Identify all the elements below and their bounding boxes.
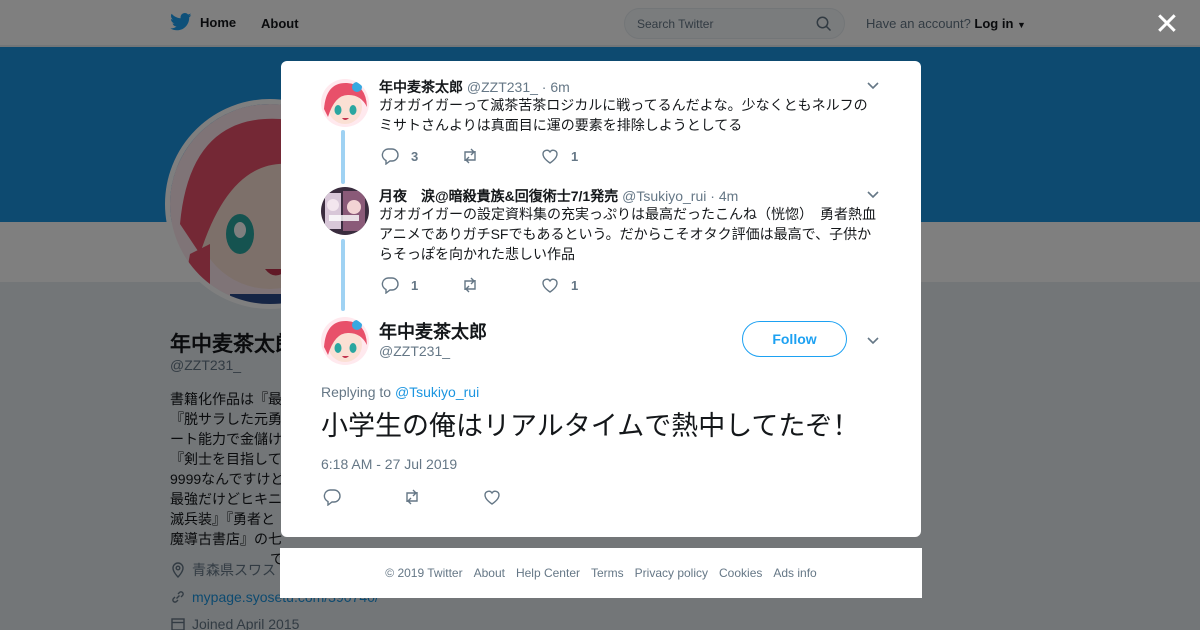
replying-to-label: Replying to [321, 384, 392, 400]
tweet-permalink-modal: 年中麦茶太郎 @ZZT231_ · 6m ガオガイガーって滅茶苦茶ロジカルに戦っ… [281, 61, 921, 537]
reply-button[interactable]: 1 [381, 276, 461, 294]
reply-count: 1 [411, 277, 419, 293]
retweet-button[interactable] [403, 488, 483, 506]
copyright-text: © 2019 Twitter [385, 566, 463, 580]
reply-button[interactable]: 3 [381, 147, 461, 165]
main-tweet-text: 小学生の俺はリアルタイムで熱中してたぞ！ [321, 411, 860, 441]
tweet-time[interactable]: · 6m [542, 79, 570, 95]
like-count: 1 [571, 148, 579, 164]
tweet-header: 年中麦茶太郎 @ZZT231_ · 6m [379, 77, 570, 97]
close-icon[interactable]: ✕ [1150, 8, 1184, 42]
tweet-author-handle[interactable]: @Tsukiyo_rui [622, 188, 706, 204]
modal-footer: © 2019 Twitter About Help Center Terms P… [280, 548, 922, 598]
thread-connector [341, 130, 345, 184]
replying-to: Replying to @Tsukiyo_rui [321, 384, 479, 400]
book-cover-avatar-image [321, 187, 369, 235]
tweet-author-name[interactable]: 月夜 涙@暗殺貴族&回復術士7/1発売 [379, 188, 618, 204]
anime-avatar-image [321, 317, 369, 365]
main-tweet-actions [323, 488, 563, 506]
tweet-actions: 1 1 [381, 276, 621, 294]
reply-button[interactable] [323, 488, 403, 506]
reply-icon [381, 148, 399, 165]
retweet-icon [406, 489, 418, 505]
chevron-down-icon[interactable] [865, 186, 881, 202]
footer-link-terms[interactable]: Terms [591, 566, 624, 580]
retweet-icon [464, 277, 476, 293]
like-count: 1 [571, 277, 579, 293]
retweet-button[interactable] [461, 147, 541, 165]
thread-connector [341, 239, 345, 311]
like-button[interactable]: 1 [541, 147, 621, 165]
tweet-author-handle[interactable]: @ZZT231_ [467, 79, 538, 95]
tweet-avatar[interactable] [321, 187, 369, 235]
chevron-down-icon[interactable] [865, 332, 881, 348]
anime-avatar-image [321, 79, 369, 127]
tweet-avatar[interactable] [321, 79, 369, 127]
main-tweet-author-name[interactable]: 年中麦茶太郎 [379, 318, 487, 344]
tweet-time[interactable]: · 4m [710, 188, 738, 204]
like-icon [542, 149, 558, 164]
like-button[interactable] [483, 488, 563, 506]
tweet-text: ガオガイガーの設定資料集の充実っぷりは最高だったこんね（恍惚） 勇者熱血アニメで… [379, 206, 876, 262]
reply-count: 3 [411, 148, 419, 164]
footer-link-cookies[interactable]: Cookies [719, 566, 762, 580]
chevron-down-icon[interactable] [865, 77, 881, 93]
reply-icon [323, 489, 341, 506]
like-icon [484, 490, 500, 505]
footer-link-about[interactable]: About [474, 566, 505, 580]
like-button[interactable]: 1 [541, 276, 621, 294]
main-tweet-avatar[interactable] [321, 317, 369, 365]
like-icon [542, 278, 558, 293]
footer-link-ads-info[interactable]: Ads info [773, 566, 816, 580]
tweet-author-name[interactable]: 年中麦茶太郎 [379, 79, 463, 95]
retweet-button[interactable] [461, 276, 541, 294]
replying-to-handle[interactable]: @Tsukiyo_rui [395, 384, 479, 400]
tweet-actions: 3 1 [381, 147, 621, 165]
follow-button[interactable]: Follow [742, 321, 847, 357]
main-tweet-author-handle[interactable]: @ZZT231_ [379, 343, 450, 359]
footer-link-privacy[interactable]: Privacy policy [635, 566, 708, 580]
footer-link-help-center[interactable]: Help Center [516, 566, 580, 580]
retweet-icon [464, 148, 476, 164]
tweet-text: ガオガイガーって滅茶苦茶ロジカルに戦ってるんだよな。少なくともネルフのミサトさん… [379, 97, 868, 133]
reply-icon [381, 277, 399, 294]
main-tweet-timestamp[interactable]: 6:18 AM - 27 Jul 2019 [321, 456, 457, 472]
tweet-header: 月夜 涙@暗殺貴族&回復術士7/1発売 @Tsukiyo_rui · 4m [379, 186, 738, 206]
